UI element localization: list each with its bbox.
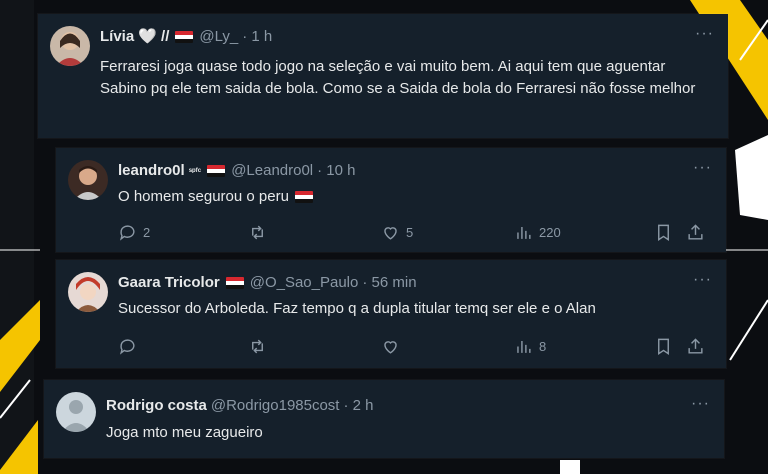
share-button[interactable] (686, 337, 705, 356)
flag-icon (175, 31, 194, 43)
tweet-actions: 8 (118, 335, 712, 357)
share-icon (688, 223, 703, 240)
name-suffix: 🤍 // (138, 28, 170, 45)
like-count: 5 (406, 224, 414, 240)
heart-icon (384, 340, 397, 354)
share-button[interactable] (686, 223, 705, 242)
avatar[interactable] (68, 160, 108, 200)
avatar[interactable] (68, 272, 108, 312)
like-button[interactable]: 5 (381, 223, 514, 242)
author-handle[interactable]: @Leandro0l (231, 161, 313, 181)
retweet-button[interactable] (248, 337, 381, 356)
views-button[interactable]: 8 (514, 337, 654, 356)
flag-icon (295, 191, 314, 204)
tweet-text: O homem segurou o peru (118, 186, 706, 208)
reply-icon (119, 338, 135, 355)
more-options-icon[interactable]: ··· (691, 396, 710, 412)
tweet-card-leandro[interactable]: leandro0l ˢᵖᶠᶜ @Leandro0l · 10 h ··· O h… (56, 148, 726, 252)
views-count: 8 (539, 338, 547, 354)
bookmark-icon (658, 338, 669, 355)
tweet-header: leandro0l ˢᵖᶠᶜ @Leandro0l · 10 h (118, 161, 686, 181)
anime-avatar-icon (68, 272, 108, 312)
author-name[interactable]: Lívia (100, 27, 134, 47)
default-avatar-icon (56, 392, 96, 432)
retweet-icon (252, 339, 263, 353)
retweet-icon (252, 225, 263, 239)
flag-icon (225, 277, 244, 289)
author-name[interactable]: Rodrigo costa (106, 396, 207, 416)
tweet-text-content: O homem segurou o peru (118, 188, 289, 205)
views-icon (517, 226, 531, 239)
bookmark-icon (658, 224, 669, 241)
reply-count: 2 (143, 224, 151, 240)
bookmark-button[interactable] (654, 337, 686, 356)
more-options-icon[interactable]: ··· (695, 26, 714, 42)
author-handle[interactable]: @Rodrigo1985cost (211, 396, 340, 416)
author-name[interactable]: Gaara Tricolor (118, 273, 220, 293)
reply-button[interactable]: 2 (118, 223, 248, 242)
tweet-text: Ferraresi joga quase todo jogo na seleçã… (100, 58, 696, 97)
views-button[interactable]: 220 (514, 223, 654, 242)
tweet-header: Rodrigo costa @Rodrigo1985cost · 2 h (106, 396, 684, 416)
tweet-card-rodrigo[interactable]: Rodrigo costa @Rodrigo1985cost · 2 h ···… (44, 380, 724, 458)
tweet-actions: 2 5 220 (118, 221, 712, 243)
more-options-icon[interactable]: ··· (693, 160, 712, 176)
author-handle[interactable]: @O_Sao_Paulo (250, 273, 359, 293)
tweet-header: Gaara Tricolor @O_Sao_Paulo · 56 min (118, 273, 686, 293)
share-icon (688, 337, 703, 354)
tweet-header: Lívia 🤍 // @Ly_ · 1 h (100, 27, 688, 47)
tweet-text: Sucessor do Arboleda. Faz tempo q a dupl… (118, 300, 596, 317)
tweet-time[interactable]: · 1 h (242, 27, 272, 47)
retweet-button[interactable] (248, 223, 381, 242)
like-button[interactable] (381, 337, 514, 356)
views-icon (517, 340, 531, 353)
name-suffix: ˢᵖᶠᶜ (188, 166, 202, 176)
author-handle[interactable]: @Ly_ (199, 27, 238, 47)
tweet-time[interactable]: · 2 h (343, 396, 373, 416)
reply-button[interactable] (118, 337, 248, 356)
person-avatar-icon (50, 26, 90, 66)
reply-icon (119, 224, 135, 241)
bookmark-button[interactable] (654, 223, 686, 242)
flag-icon (207, 165, 226, 177)
person-avatar-icon (68, 160, 108, 200)
avatar[interactable] (56, 392, 96, 432)
heart-icon (384, 226, 397, 240)
views-count: 220 (539, 224, 561, 240)
tweet-time[interactable]: · 10 h (317, 161, 355, 181)
more-options-icon[interactable]: ··· (693, 272, 712, 288)
tweet-text: Joga mto meu zagueiro (106, 424, 263, 441)
tweet-card-gaara[interactable]: Gaara Tricolor @O_Sao_Paulo · 56 min ···… (56, 260, 726, 368)
avatar[interactable] (50, 26, 90, 66)
author-name[interactable]: leandro0l (118, 161, 185, 181)
tweet-time[interactable]: · 56 min (362, 273, 416, 293)
tweet-card-livia[interactable]: Lívia 🤍 // @Ly_ · 1 h ··· Ferraresi joga… (38, 14, 728, 138)
